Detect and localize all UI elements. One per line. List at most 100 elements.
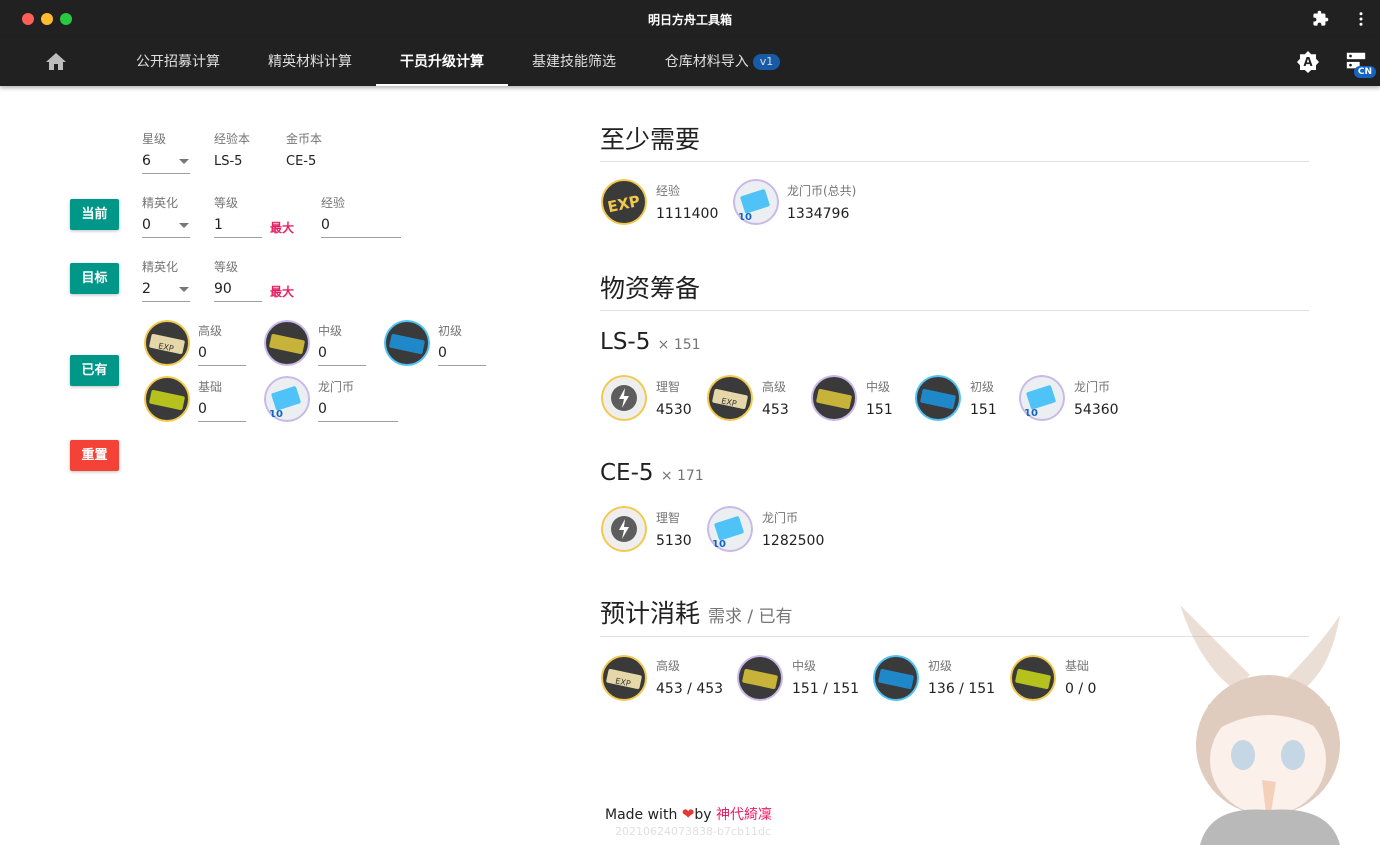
ls5-advanced-value: 453 (762, 402, 789, 418)
ce5-lmd-value: 1282500 (762, 533, 825, 549)
basic-record-icon (915, 375, 961, 421)
reset-button[interactable]: 重置 (70, 440, 119, 471)
owned-advanced-underline (198, 365, 246, 366)
exp-basic-label: 初级 (928, 659, 953, 673)
divider (600, 310, 1309, 311)
owned-intermediate-input[interactable]: 0 (318, 345, 327, 361)
target-max-button[interactable]: 最大 (270, 283, 294, 300)
min-required-title: 至少需要 (600, 125, 701, 154)
tab-base-skills[interactable]: 基建技能筛选 (508, 38, 640, 86)
ls5-basic-value: 151 (970, 402, 997, 418)
target-level-label: 等级 (214, 260, 239, 274)
ls5-intermediate-label: 中级 (866, 380, 891, 394)
current-exp-input[interactable]: 0 (321, 217, 330, 233)
target-elite-dropdown-icon[interactable] (179, 287, 189, 292)
tab-recruit[interactable]: 公开招募计算 (112, 38, 244, 86)
min-exp-value: 1111400 (656, 206, 719, 222)
owned-button[interactable]: 已有 (70, 355, 119, 386)
expected-title-row: 预计消耗 需求 / 已有 (600, 594, 793, 630)
owned-basic-input[interactable]: 0 (438, 345, 447, 361)
sanity-icon (601, 506, 647, 552)
current-max-button[interactable]: 最大 (270, 219, 294, 236)
intermediate-record-icon (737, 655, 783, 701)
lmd-icon: 10 (264, 376, 310, 422)
app-window: 明日方舟工具箱 公开招募计算 精英材料计算 干员升级计算 基建技能筛选 仓库材料… (0, 0, 1380, 845)
owned-lmd-label: 龙门币 (318, 380, 355, 394)
current-button[interactable]: 当前 (70, 199, 119, 230)
extension-icon[interactable] (1312, 10, 1329, 31)
target-elite-select[interactable]: 2 (142, 281, 151, 297)
star-label: 星级 (142, 132, 167, 146)
tab-elite-materials[interactable]: 精英材料计算 (244, 38, 376, 86)
ls5-advanced-label: 高级 (762, 380, 787, 394)
expected-title: 预计消耗 (600, 599, 701, 628)
owned-drill-label: 基础 (198, 380, 223, 394)
owned-drill-input[interactable]: 0 (198, 401, 207, 417)
drill-record-icon (144, 376, 190, 422)
owned-lmd-input[interactable]: 0 (318, 401, 327, 417)
current-level-input[interactable]: 1 (214, 217, 223, 233)
sanity-icon (601, 375, 647, 421)
target-button[interactable]: 目标 (70, 263, 119, 294)
basic-record-icon (384, 320, 430, 366)
more-vert-icon[interactable] (1352, 10, 1370, 32)
target-level-underline (214, 301, 262, 302)
owned-intermediate-underline (318, 365, 366, 366)
lmd-icon: 10 (707, 506, 753, 552)
ls5-sanity-label: 理智 (656, 380, 681, 394)
stage-ce5-name: CE-5 (600, 460, 654, 486)
tab-depot-import[interactable]: 仓库材料导入 v1 (640, 38, 805, 86)
ls5-intermediate-value: 151 (866, 402, 893, 418)
ce5-sanity-label: 理智 (656, 511, 681, 525)
ce5-lmd-label: 龙门币 (762, 511, 799, 525)
stage-ce5-heading: CE-5 × 171 (600, 460, 704, 486)
home-icon[interactable] (44, 50, 68, 74)
star-select[interactable]: 6 (142, 153, 151, 169)
svg-text:10: 10 (738, 212, 752, 223)
basic-record-icon (873, 655, 919, 701)
stage-ce5-mult: × 171 (660, 468, 704, 484)
build-version: 20210624073838-b7cb11dc (615, 825, 771, 838)
min-exp-label: 经验 (656, 184, 681, 198)
prep-title: 物资筹备 (600, 274, 701, 303)
owned-advanced-input[interactable]: 0 (198, 345, 207, 361)
advanced-record-icon: EXP (601, 655, 647, 701)
expected-subtitle: 需求 / 已有 (707, 607, 793, 627)
exp-intermediate-label: 中级 (792, 659, 817, 673)
window-title: 明日方舟工具箱 (647, 13, 732, 27)
current-elite-dropdown-icon[interactable] (179, 223, 189, 228)
title-bar: 明日方舟工具箱 (0, 0, 1380, 38)
ls5-lmd-label: 龙门币 (1074, 380, 1111, 394)
owned-lmd-underline (318, 421, 398, 422)
stage-ls5-name: LS-5 (600, 329, 651, 355)
current-level-label: 等级 (214, 196, 239, 210)
current-exp-underline (321, 237, 401, 238)
theme-auto-icon[interactable] (1296, 50, 1320, 74)
ce5-sanity-value: 5130 (656, 533, 692, 549)
svg-text:10: 10 (269, 409, 283, 420)
target-level-input[interactable]: 90 (214, 281, 232, 297)
mascot-image (1140, 595, 1380, 845)
owned-basic-label: 初级 (438, 324, 463, 338)
current-elite-select[interactable]: 0 (142, 217, 151, 233)
heart-icon: ❤ (681, 805, 695, 823)
min-lmd-label: 龙门币(总共) (787, 184, 857, 198)
current-exp-label: 经验 (321, 196, 346, 210)
exp-advanced-value: 453 / 453 (656, 681, 724, 697)
star-underline (142, 173, 190, 174)
exp-book-value: LS-5 (214, 154, 243, 169)
star-dropdown-icon[interactable] (179, 159, 189, 164)
lmd-icon: 10 (733, 179, 779, 225)
exp-drill-label: 基础 (1065, 659, 1090, 673)
tab-level-up[interactable]: 干员升级计算 (376, 38, 508, 86)
stage-ls5-mult: × 151 (657, 337, 701, 353)
intermediate-record-icon (811, 375, 857, 421)
version-badge: v1 (752, 54, 781, 70)
footer-credit: Made with ❤by 神代綺凜 (605, 804, 772, 824)
owned-drill-underline (198, 421, 246, 422)
made-with-text: Made with (605, 807, 678, 823)
exp-drill-value: 0 / 0 (1065, 681, 1097, 697)
author-link[interactable]: 神代綺凜 (716, 807, 772, 823)
exp-book-label: 经验本 (214, 132, 251, 146)
intermediate-record-icon (264, 320, 310, 366)
